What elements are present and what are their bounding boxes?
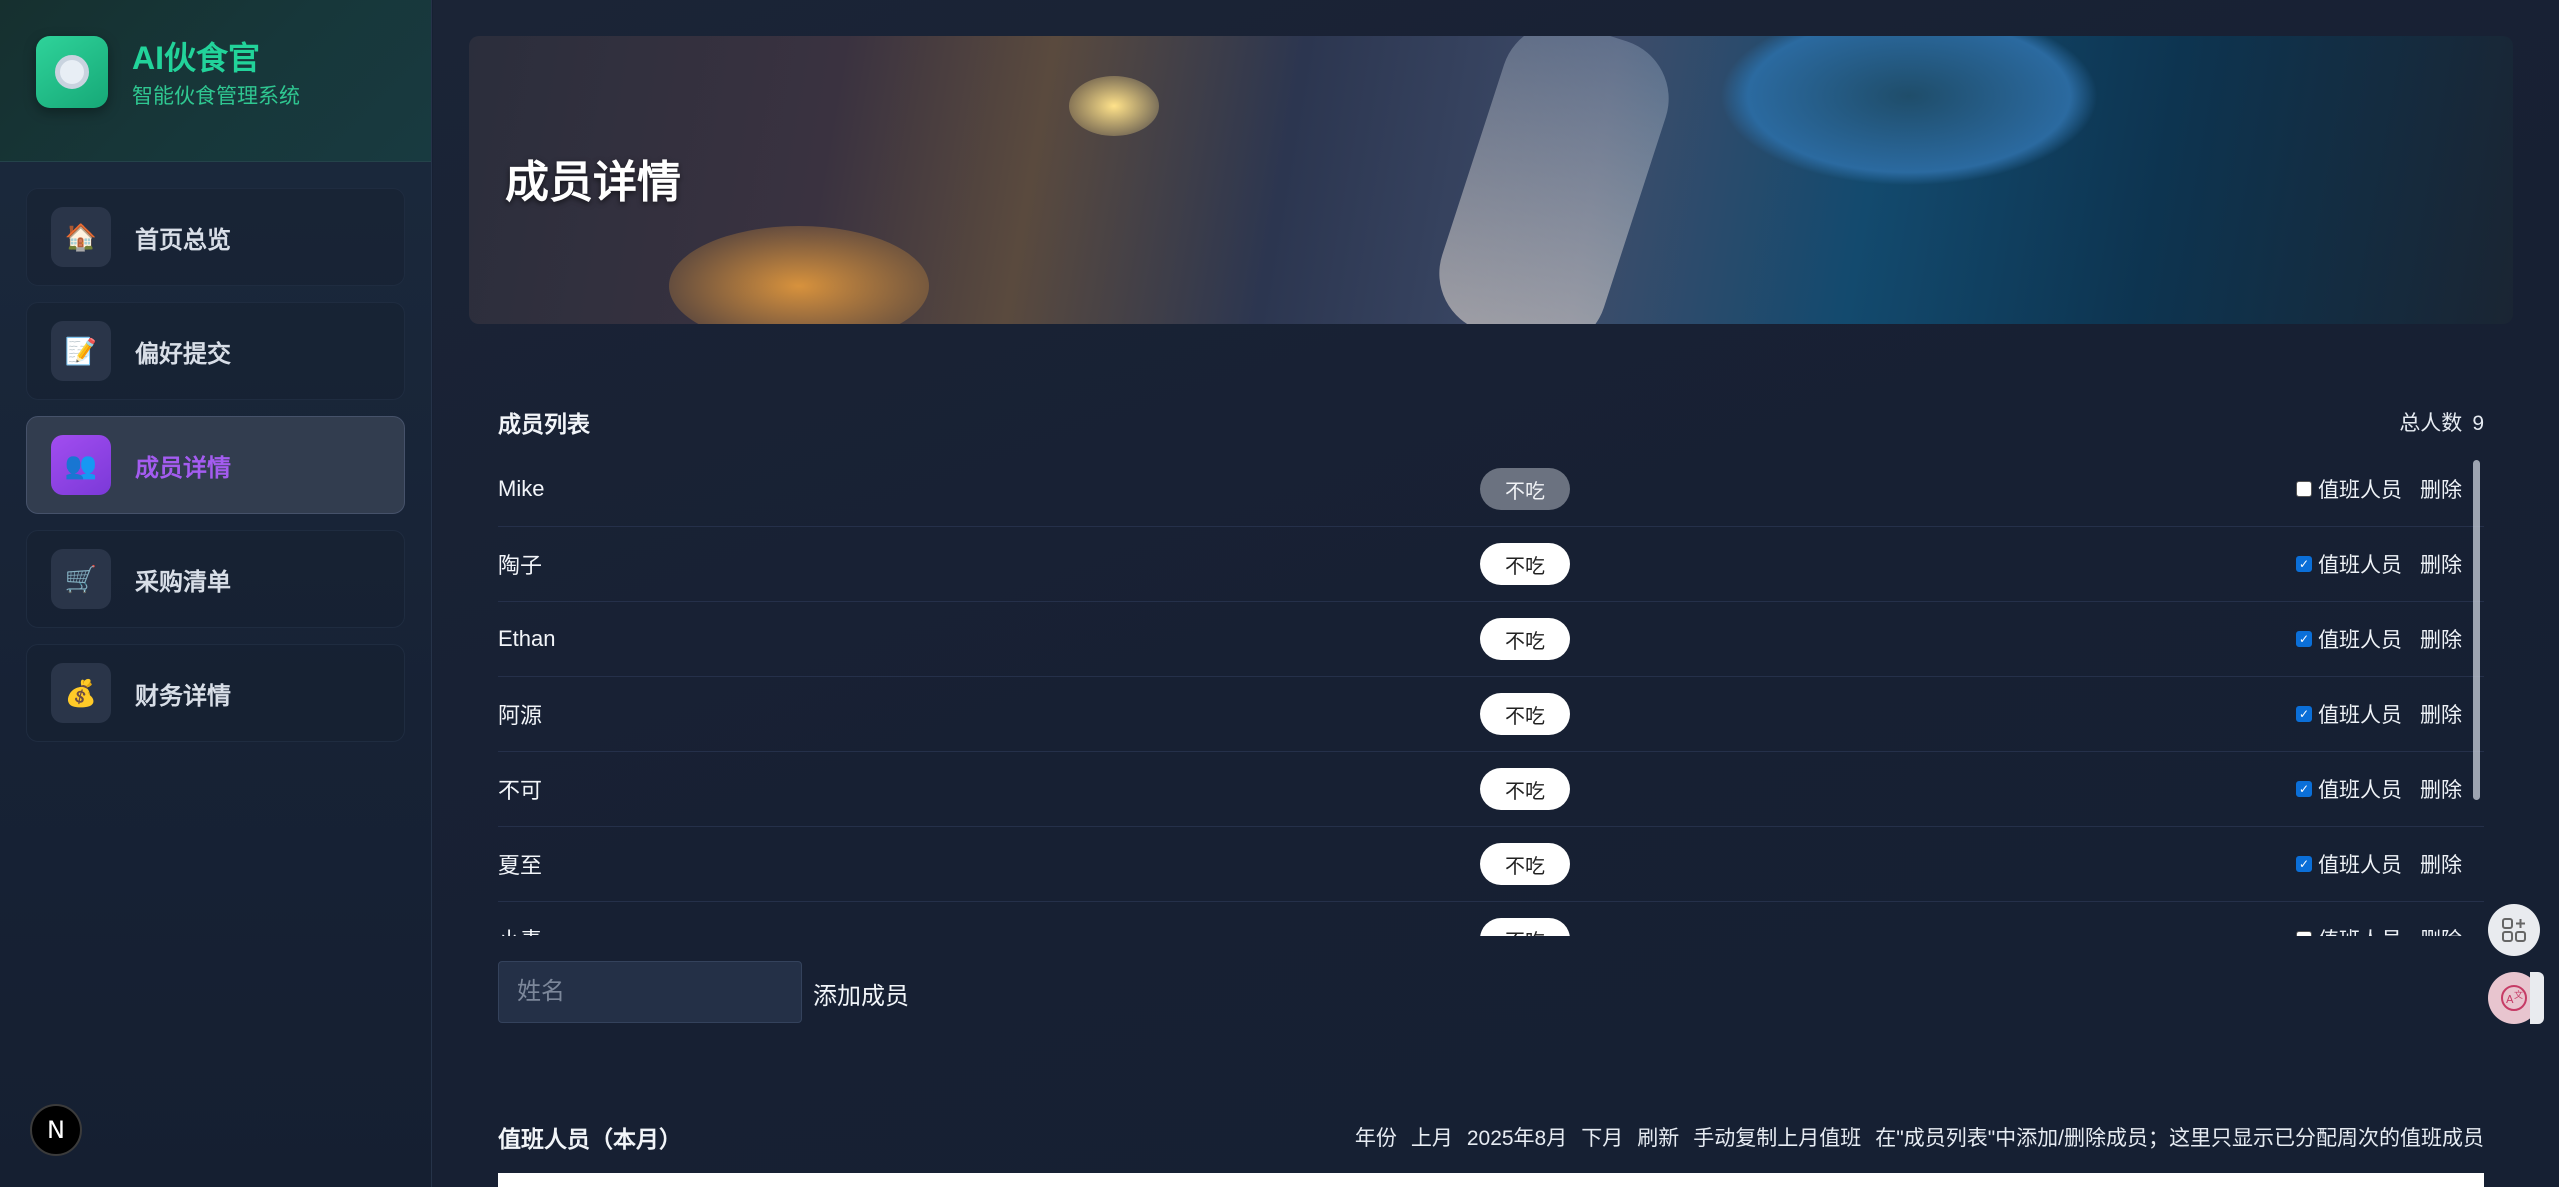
members-header: 成员列表 总人数 9 [498, 405, 2484, 439]
hero-banner: 成员详情 [469, 36, 2513, 324]
eat-status-toggle[interactable]: 不吃 [1480, 543, 1570, 585]
member-actions: ✓ 值班人员 删除 [2296, 624, 2462, 654]
duty-hint: 在"成员列表"中添加/删除成员；这里只显示已分配周次的值班成员 [1875, 1127, 2484, 1150]
memo-icon: 📝 [51, 321, 111, 381]
duty-checkbox[interactable] [2296, 931, 2312, 936]
sidebar-item-preferences[interactable]: 📝 偏好提交 [26, 302, 405, 400]
svg-text:文: 文 [2514, 989, 2523, 1001]
sidebar-item-label: 首页总览 [135, 226, 231, 254]
money-bag-icon: 💰 [51, 663, 111, 723]
name-input[interactable] [498, 961, 802, 1023]
member-row: 夏至 不吃 ✓ 值班人员 删除 [498, 827, 2484, 902]
member-row: 小毒不吃 值班人员 删除 [498, 902, 2484, 936]
delete-button[interactable]: 删除 [2420, 924, 2462, 936]
apps-add-icon[interactable] [2488, 904, 2540, 956]
sidebar-nav: 🏠 首页总览 📝 偏好提交 👥 成员详情 🛒 采购清单 💰 财务详情 [0, 162, 431, 742]
member-name: 夏至 [498, 853, 543, 878]
page-title: 成员详情 [505, 158, 681, 207]
delete-button[interactable]: 删除 [2420, 474, 2462, 504]
sidebar-item-label: 成员详情 [135, 454, 231, 482]
eat-status-toggle[interactable]: 不吃 [1480, 768, 1570, 810]
member-row: 阿源 不吃 ✓ 值班人员 删除 [498, 677, 2484, 752]
duty-checkbox[interactable]: ✓ [2296, 556, 2312, 572]
member-actions: ✓ 值班人员 删除 [2296, 699, 2462, 729]
total-value: 9 [2472, 412, 2484, 435]
sidebar-item-finance[interactable]: 💰 财务详情 [26, 644, 405, 742]
duty-label: 值班人员 [2318, 479, 2402, 502]
members-scrollbar[interactable] [2473, 460, 2480, 800]
duty-checkbox[interactable] [2296, 481, 2312, 497]
eat-status-toggle[interactable]: 不吃 [1480, 918, 1570, 936]
duty-title: 值班人员（本月） [498, 1126, 682, 1152]
current-month: 2025年8月 [1466, 1127, 1568, 1150]
member-row: Ethan 不吃 ✓ 值班人员 删除 [498, 602, 2484, 677]
app-subtitle: 智能伙食管理系统 [132, 85, 300, 108]
duty-label: 值班人员 [2318, 629, 2402, 652]
dev-badge[interactable]: N [30, 1104, 82, 1156]
eat-status-toggle[interactable]: 不吃 [1480, 468, 1570, 510]
total-label: 总人数 [2399, 412, 2463, 435]
duty-controls: 年份 上月 2025年8月 下月 刷新 手动复制上月值班 在"成员列表"中添加/… [1341, 1122, 2484, 1152]
sidebar-item-label: 采购清单 [135, 568, 231, 596]
duty-label: 值班人员 [2318, 704, 2402, 727]
duty-checkbox[interactable]: ✓ [2296, 631, 2312, 647]
member-actions: 值班人员删除 [2296, 474, 2462, 504]
eat-status-toggle[interactable]: 不吃 [1480, 843, 1570, 885]
prev-month-button[interactable]: 上月 [1411, 1122, 1453, 1152]
total-count: 总人数 9 [2399, 407, 2484, 437]
delete-button[interactable]: 删除 [2420, 624, 2462, 654]
sidebar-item-members[interactable]: 👥 成员详情 [26, 416, 405, 514]
member-actions: ✓ 值班人员 删除 [2296, 774, 2462, 804]
member-row: 陶子 不吃 ✓ 值班人员 删除 [498, 527, 2484, 602]
delete-button[interactable]: 删除 [2420, 549, 2462, 579]
year-button[interactable]: 年份 [1355, 1122, 1397, 1152]
copy-last-month-button[interactable]: 手动复制上月值班 [1693, 1122, 1861, 1152]
member-name: 小毒 [498, 923, 1478, 936]
house-icon: 🏠 [51, 207, 111, 267]
sidebar: AI伙食官 智能伙食管理系统 🏠 首页总览 📝 偏好提交 👥 成员详情 🛒 采购… [0, 0, 432, 1187]
duty-checkbox[interactable]: ✓ [2296, 856, 2312, 872]
member-name: Ethan [498, 626, 556, 651]
duty-label: 值班人员 [2318, 554, 2402, 577]
add-member-button[interactable]: 添加成员 [813, 976, 909, 1011]
member-name: 陶子 [498, 553, 543, 578]
svg-text:A: A [2506, 993, 2514, 1006]
member-name: 阿源 [498, 703, 543, 728]
brand-header: AI伙食官 智能伙食管理系统 [0, 0, 431, 162]
duty-header: 值班人员（本月） 年份 上月 2025年8月 下月 刷新 手动复制上月值班 在"… [498, 1120, 2484, 1154]
duty-checkbox[interactable]: ✓ [2296, 706, 2312, 722]
eat-status-toggle[interactable]: 不吃 [1480, 693, 1570, 735]
cart-icon: 🛒 [51, 549, 111, 609]
sidebar-item-home[interactable]: 🏠 首页总览 [26, 188, 405, 286]
duty-label: 值班人员 [2318, 924, 2402, 936]
member-row: 不可 不吃 ✓ 值班人员 删除 [498, 752, 2484, 827]
people-icon: 👥 [51, 435, 111, 495]
delete-button[interactable]: 删除 [2420, 849, 2462, 879]
member-row: Mike 不吃 值班人员 删除 [498, 452, 2484, 527]
members-title: 成员列表 [498, 411, 590, 437]
translate-icon[interactable]: A文 [2488, 972, 2544, 1024]
delete-button[interactable]: 删除 [2420, 774, 2462, 804]
delete-button[interactable]: 删除 [2420, 699, 2462, 729]
member-name: 不可 [498, 778, 543, 803]
duty-label: 值班人员 [2318, 854, 2402, 877]
duty-checkbox[interactable]: ✓ [2296, 781, 2312, 797]
app-title: AI伙食官 [132, 40, 261, 76]
duty-table [498, 1173, 2484, 1187]
member-name: Mike [498, 476, 545, 501]
refresh-button[interactable]: 刷新 [1637, 1122, 1679, 1152]
plate-icon [36, 36, 108, 108]
eat-status-toggle[interactable]: 不吃 [1480, 618, 1570, 660]
member-actions: ✓ 值班人员 删除 [2296, 549, 2462, 579]
next-month-button[interactable]: 下月 [1581, 1122, 1623, 1152]
member-actions: 值班人员 删除 [2296, 924, 2462, 936]
sidebar-item-label: 偏好提交 [135, 340, 231, 368]
member-actions: ✓ 值班人员 删除 [2296, 849, 2462, 879]
main-content: 成员详情 成员列表 总人数 9 Mike 不吃 值班人员 删除 陶子 不吃 ✓ 值班人员 删除 Et… [433, 0, 2559, 1187]
sidebar-item-shopping[interactable]: 🛒 采购清单 [26, 530, 405, 628]
duty-label: 值班人员 [2318, 779, 2402, 802]
members-list[interactable]: Mike 不吃 值班人员 删除 陶子 不吃 ✓ 值班人员 删除 Ethan 不吃 ✓ 值班人员 删除 阿源不… [498, 452, 2484, 936]
sidebar-item-label: 财务详情 [135, 682, 231, 710]
